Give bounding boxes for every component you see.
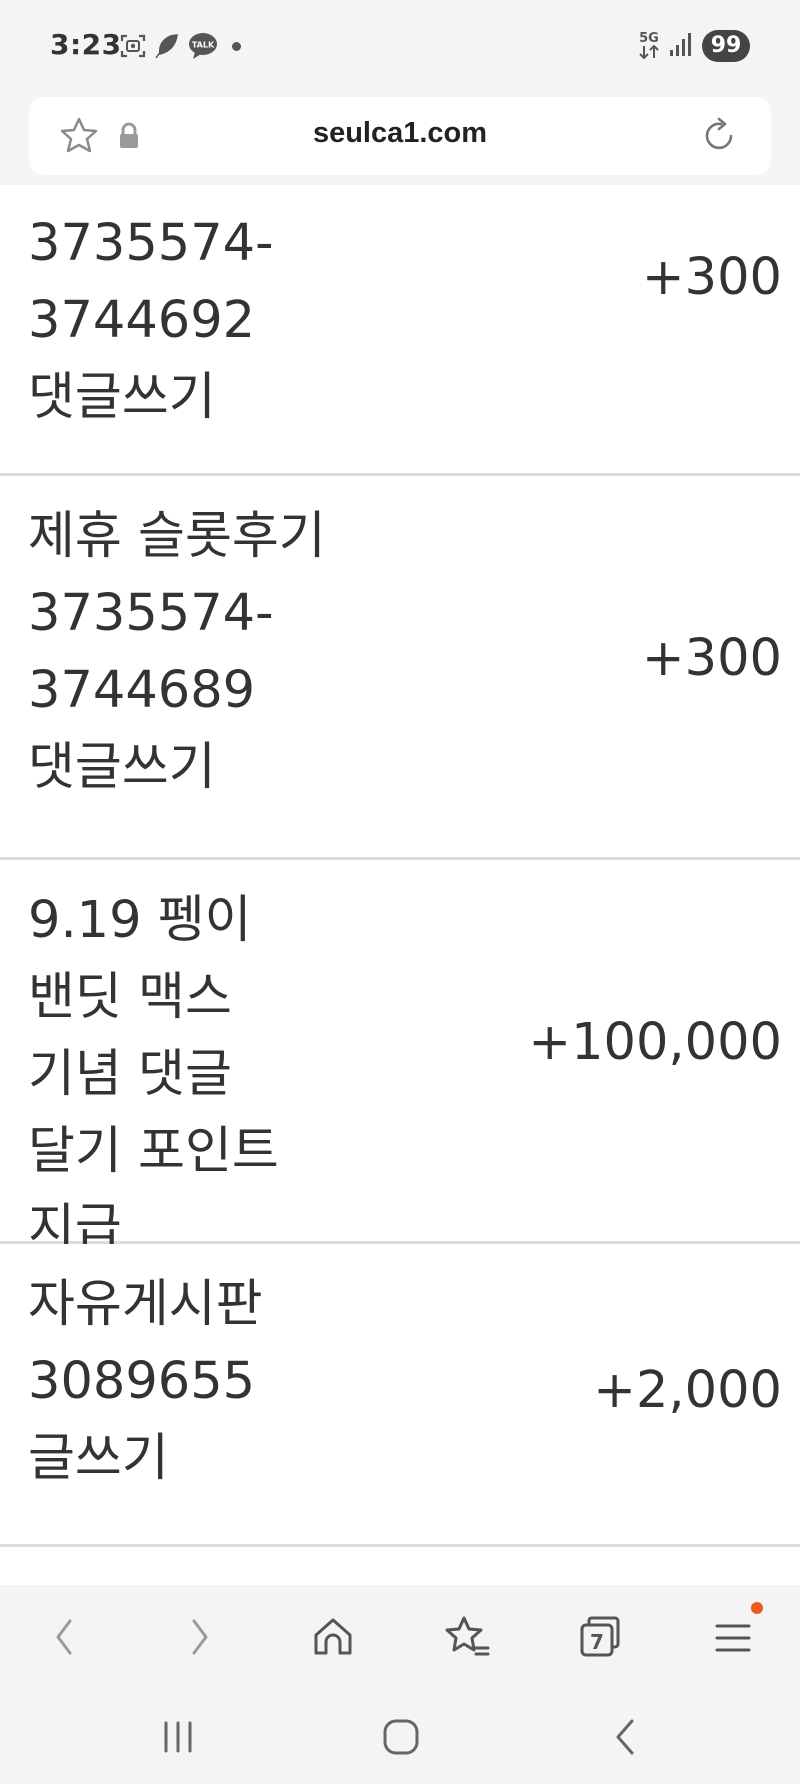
feather-icon bbox=[152, 32, 180, 64]
svg-text:5G: 5G bbox=[639, 31, 659, 46]
tabs-icon[interactable]: 7 bbox=[572, 1609, 628, 1665]
tab-count: 7 bbox=[590, 1630, 604, 1654]
item-points: +300 bbox=[641, 248, 782, 307]
item-points: +2,000 bbox=[593, 1361, 782, 1420]
item-description: 9.19 펭이 밴딧 맥스 기념 댓글 달기 포인트 지급 bbox=[28, 891, 279, 1258]
item-description: 3735574-3744692 댓글쓰기 bbox=[28, 214, 274, 427]
recent-apps-icon[interactable] bbox=[150, 1713, 206, 1761]
point-history-list[interactable]: 3735574-3744692 댓글쓰기 +300 제휴 슬롯후기 373557… bbox=[0, 185, 800, 1585]
svg-text:TALK: TALK bbox=[192, 41, 215, 50]
screenshot-icon bbox=[119, 32, 147, 64]
list-item: 3735574-3744692 댓글쓰기 +300 bbox=[0, 185, 800, 476]
system-nav-bar bbox=[0, 1687, 800, 1784]
url-text[interactable]: seulca1.com bbox=[29, 117, 771, 150]
item-points: +300 bbox=[641, 629, 782, 688]
forward-icon[interactable] bbox=[172, 1609, 228, 1665]
battery-icon: 99 bbox=[702, 30, 750, 62]
list-item: 제휴 슬롯후기 3735574-3744689 댓글쓰기 +300 bbox=[0, 476, 800, 860]
address-bar[interactable]: seulca1.com bbox=[29, 97, 771, 175]
item-points: +100,000 bbox=[528, 1013, 782, 1072]
back-nav-icon[interactable] bbox=[598, 1713, 654, 1761]
list-item: 9.19 펭이 밴딧 맥스 기념 댓글 달기 포인트 지급 +100,000 bbox=[0, 860, 800, 1258]
signal-icon bbox=[668, 30, 694, 62]
bookmarks-icon[interactable] bbox=[438, 1609, 494, 1665]
menu-badge bbox=[751, 1602, 763, 1614]
browser-toolbar: 7 bbox=[0, 1585, 800, 1687]
status-time: 3:23 bbox=[50, 28, 122, 61]
menu-icon[interactable] bbox=[705, 1609, 761, 1665]
notification-dot bbox=[232, 42, 241, 51]
back-icon[interactable] bbox=[36, 1609, 92, 1665]
home-circle-icon[interactable] bbox=[373, 1713, 429, 1761]
reload-icon[interactable] bbox=[697, 114, 741, 162]
5g-icon: 5G bbox=[636, 28, 662, 66]
home-icon[interactable] bbox=[305, 1609, 361, 1665]
status-bar: 3:23 TALK 5G 99 bbox=[0, 0, 800, 92]
item-description: 제휴 슬롯후기 3735574-3744689 댓글쓰기 bbox=[28, 507, 326, 797]
list-item: 자유게시판 3089655 글쓰기 +2,000 bbox=[0, 1244, 800, 1547]
item-description: 자유게시판 3089655 글쓰기 bbox=[28, 1275, 263, 1488]
kakaotalk-icon: TALK bbox=[187, 32, 219, 64]
